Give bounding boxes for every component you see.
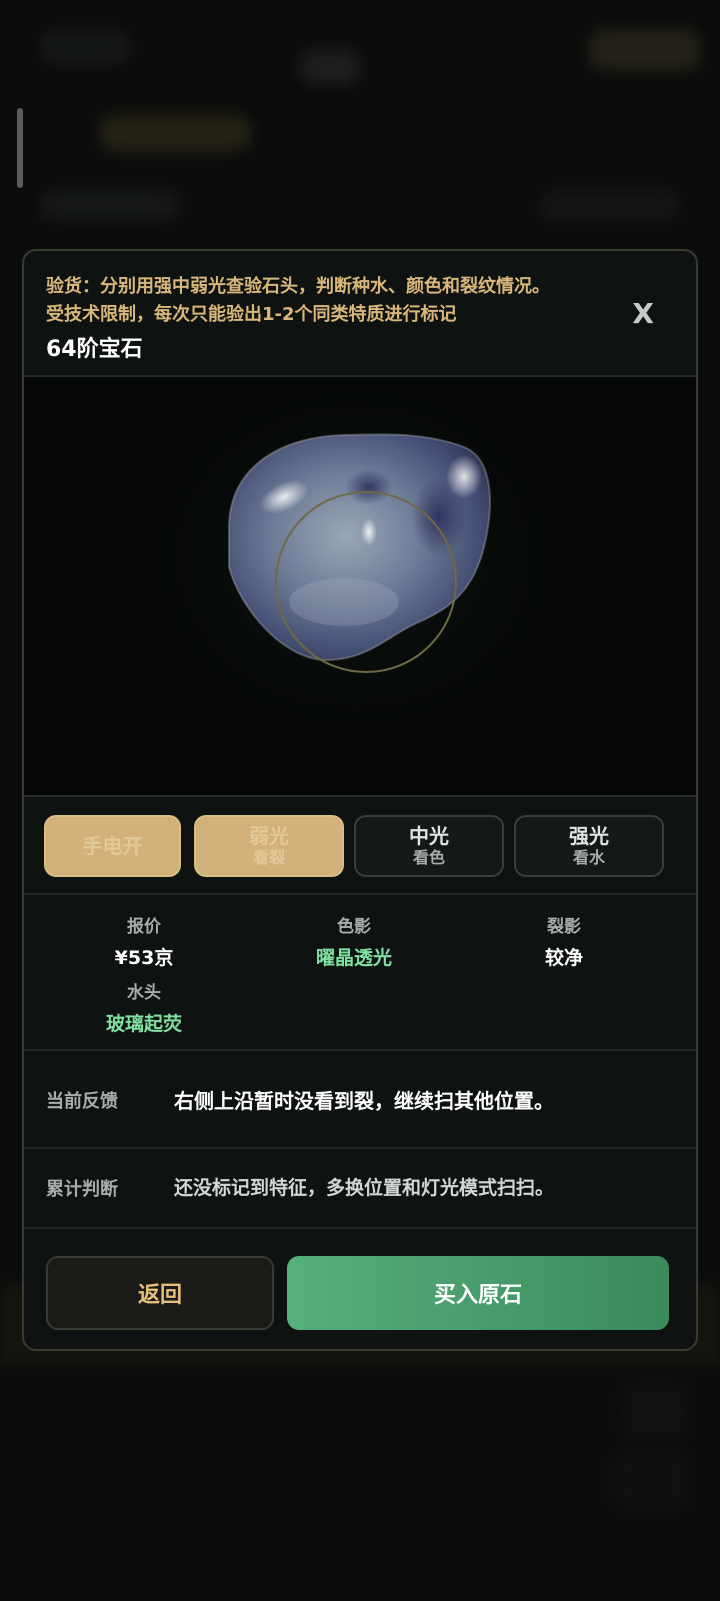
modal-header: 验货：分别用强中弱光查验石头，判断种水、颜色和裂纹情况。 受技术限制，每次只能验… [24,251,696,377]
back-button[interactable]: 返回 [46,1256,274,1330]
gem-image [134,377,574,747]
attr-color-shadow-value: 曜晶透光 [315,947,392,969]
attr-quote-value: ¥53京 [114,947,174,969]
attr-water-head-label: 水头 [127,983,161,1003]
scroll-indicator[interactable] [17,108,23,188]
attr-crack-shadow-value: 较净 [544,947,583,969]
medium-light-sub: 看色 [412,848,445,867]
notice-line-1: 验货：分别用强中弱光查验石头，判断种水、颜色和裂纹情况。 [46,276,550,297]
buy-rough-stone-button[interactable]: 买入原石 [287,1256,669,1330]
stone-title: 64阶宝石 [46,337,143,362]
attr-water-head: 水头 玻璃起荧 [44,981,244,1039]
current-feedback-text: 右侧上沿暂时没看到裂，继续扫其他位置。 [174,1089,554,1113]
strong-light-label: 强光 [569,824,609,848]
weak-light-sub: 看裂 [252,848,285,867]
attr-crack-shadow: 裂影 较净 [464,915,664,973]
attr-crack-shadow-label: 裂影 [547,917,581,937]
current-feedback-row: 当前反馈 右侧上沿暂时没看到裂，继续扫其他位置。 [24,1051,696,1149]
inspection-notice: 验货：分别用强中弱光查验石头，判断种水、颜色和裂纹情况。 受技术限制，每次只能验… [46,273,550,329]
current-feedback-label: 当前反馈 [46,1091,118,1112]
cumulative-judgement-row: 累计判断 还没标记到特征，多换位置和灯光模式扫扫。 [24,1149,696,1229]
attr-quote-label: 报价 [127,917,161,937]
flashlight-toggle-button[interactable]: 手电开 [44,815,181,877]
strong-light-sub: 看水 [572,848,605,867]
cumulative-judgement-text: 还没标记到特征，多换位置和灯光模式扫扫。 [174,1177,555,1199]
attr-color-shadow-label: 色影 [337,917,371,937]
light-mode-row: 手电开 弱光 看裂 中光 看色 强光 看水 [24,797,696,895]
strong-light-button[interactable]: 强光 看水 [514,815,664,877]
attr-quote: 报价 ¥53京 [44,915,244,973]
gem-viewer[interactable] [24,377,696,797]
cumulative-judgement-label: 累计判断 [46,1179,118,1200]
inspection-modal: 验货：分别用强中弱光查验石头，判断种水、颜色和裂纹情况。 受技术限制，每次只能验… [22,249,698,1351]
flashlight-label: 手电开 [82,834,143,858]
attr-water-head-value: 玻璃起荧 [105,1013,182,1035]
attribute-panel: 报价 ¥53京 色影 曜晶透光 裂影 较净 水头 玻璃起荧 [24,895,696,1051]
notice-line-2: 受技术限制，每次只能验出1-2个同类特质进行标记 [46,304,457,325]
medium-light-button[interactable]: 中光 看色 [354,815,504,877]
medium-light-label: 中光 [409,824,449,848]
weak-light-label: 弱光 [249,824,289,848]
close-button[interactable]: X [632,297,654,330]
attr-color-shadow: 色影 曜晶透光 [254,915,454,973]
weak-light-button[interactable]: 弱光 看裂 [194,815,344,877]
